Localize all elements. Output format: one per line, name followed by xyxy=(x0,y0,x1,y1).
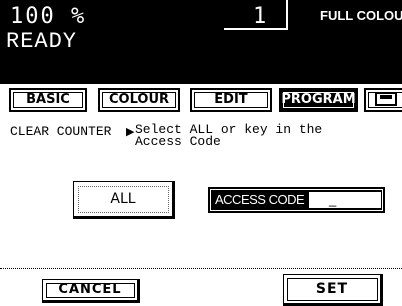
access-code-field[interactable]: ACCESS CODE _ xyxy=(208,187,385,213)
cancel-button-label: CANCEL xyxy=(58,282,122,297)
colour-mode: FULL COLOUR xyxy=(320,8,402,23)
counter-icon xyxy=(375,91,397,106)
set-button-label: SET xyxy=(315,281,349,297)
tab-counter[interactable] xyxy=(364,88,402,112)
tab-basic[interactable]: BASIC xyxy=(9,88,87,112)
tab-bar: BASIC COLOUR EDIT PROGRAM xyxy=(0,88,402,114)
copy-ratio: 100 % xyxy=(10,4,87,29)
cancel-button[interactable]: CANCEL xyxy=(42,279,140,303)
copy-count: 1 xyxy=(253,4,267,29)
all-button[interactable]: ALL xyxy=(73,181,175,219)
instruction-text: Select ALL or key in the Access Code xyxy=(135,123,395,149)
arrow-right-icon: ▶ xyxy=(126,126,135,138)
set-button[interactable]: SET xyxy=(283,274,383,306)
machine-status: READY xyxy=(6,29,78,54)
status-header: 100 % 1 FULL COLOUR READY xyxy=(0,0,402,84)
tab-colour[interactable]: COLOUR xyxy=(98,88,180,112)
access-code-input[interactable]: _ xyxy=(309,192,381,208)
access-code-label: ACCESS CODE xyxy=(215,192,305,207)
function-title: CLEAR COUNTER xyxy=(10,124,112,139)
divider xyxy=(0,268,402,269)
tab-edit[interactable]: EDIT xyxy=(190,88,272,112)
instruction-line-2: Access Code xyxy=(135,134,221,149)
all-button-label: ALL xyxy=(110,191,136,207)
tab-program[interactable]: PROGRAM xyxy=(279,88,358,112)
